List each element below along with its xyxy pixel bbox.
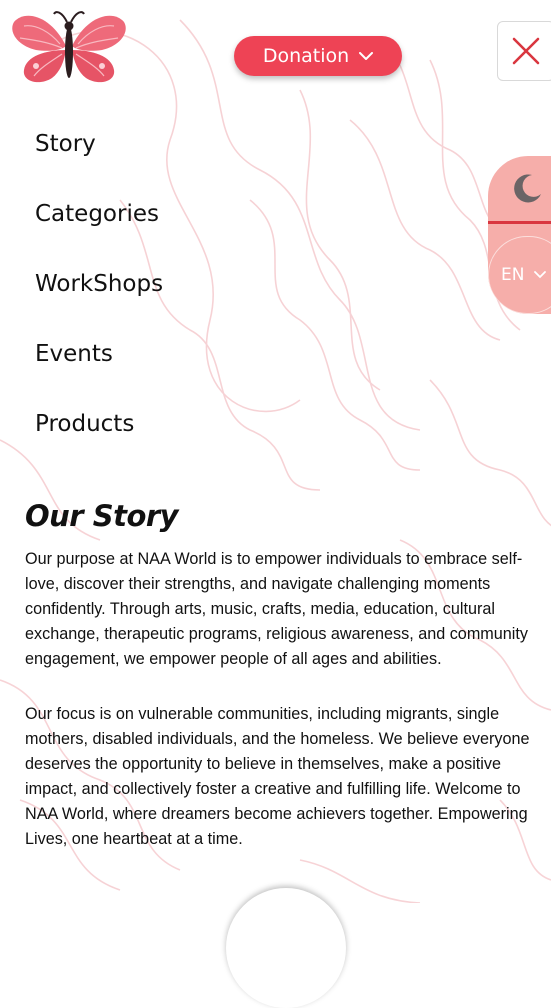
butterfly-logo-icon[interactable] <box>10 8 128 88</box>
our-story-section: Our Story Our purpose at NAA World is to… <box>25 497 540 852</box>
donation-label: Donation <box>262 45 350 67</box>
story-paragraph-1: Our purpose at NAA World is to empower i… <box>25 550 528 668</box>
nav-item-categories[interactable]: Categories <box>35 194 163 264</box>
nav-item-events[interactable]: Events <box>35 334 163 404</box>
chevron-down-icon <box>359 51 374 60</box>
nav-item-story[interactable]: Story <box>35 124 163 194</box>
moon-icon <box>514 173 541 202</box>
story-paragraph-2: Our focus is on vulnerable communities, … <box>25 705 530 848</box>
nav-item-products[interactable]: Products <box>35 404 163 474</box>
language-selector[interactable]: EN <box>488 236 551 314</box>
close-icon <box>512 37 540 65</box>
close-button[interactable] <box>497 21 551 81</box>
main-nav: Story Categories WorkShops Events Produc… <box>35 124 163 474</box>
donation-button[interactable]: Donation <box>234 36 402 76</box>
side-settings-toggle: EN <box>488 156 551 314</box>
scroll-bottom-button[interactable] <box>226 888 346 1008</box>
chevron-down-icon <box>534 271 547 279</box>
nav-item-workshops[interactable]: WorkShops <box>35 264 163 334</box>
toggle-divider <box>488 221 551 224</box>
story-title: Our Story <box>25 499 179 533</box>
theme-toggle-button[interactable] <box>488 156 551 221</box>
language-label: EN <box>501 265 525 285</box>
